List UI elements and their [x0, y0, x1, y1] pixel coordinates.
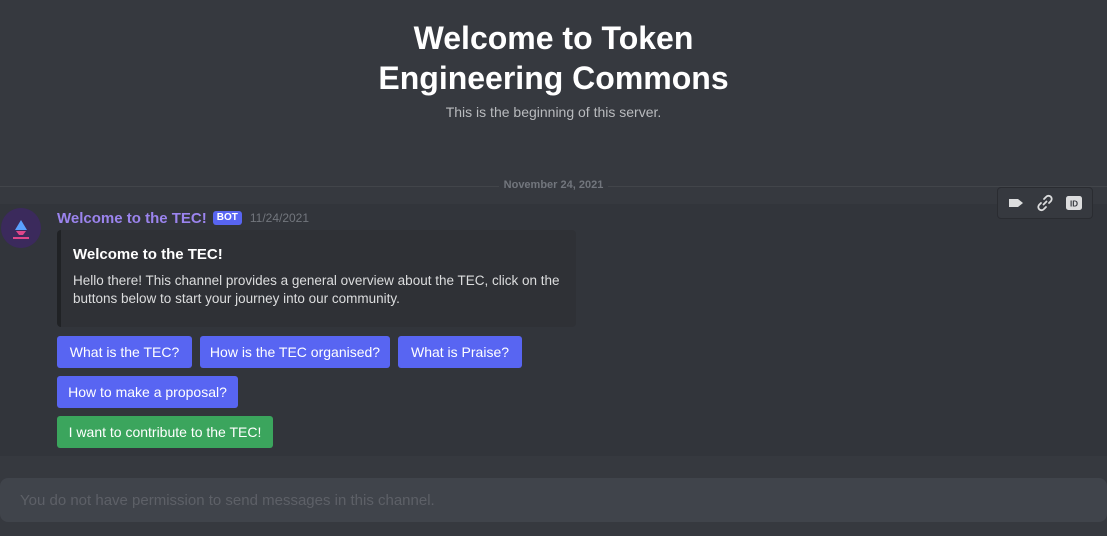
- message-composer: [0, 478, 1107, 522]
- message-username[interactable]: Welcome to the TEC!: [57, 210, 207, 227]
- message-timestamp: 11/24/2021: [249, 211, 310, 225]
- welcome-title: Welcome to Token Engineering Commons: [378, 20, 729, 96]
- message-toolbar: ID: [997, 187, 1093, 219]
- message-embed: Welcome to the TEC! Hello there! This ch…: [57, 230, 576, 327]
- message-header: Welcome to the TEC! BOT 11/24/2021: [57, 208, 309, 228]
- bot-badge: BOT: [212, 211, 242, 225]
- tec-logo-icon: [1, 208, 41, 248]
- channel-welcome: Welcome to Token Engineering Commons Thi…: [0, 18, 1107, 120]
- link-icon[interactable]: [1033, 191, 1057, 215]
- date-divider-label: November 24, 2021: [498, 179, 609, 191]
- embed-description: Hello there! This channel provides a gen…: [73, 273, 560, 306]
- svg-text:ID: ID: [1070, 200, 1078, 209]
- contribute-button[interactable]: I want to contribute to the TEC!: [57, 416, 273, 448]
- avatar[interactable]: [1, 208, 41, 248]
- what-is-tec-button[interactable]: What is the TEC?: [57, 336, 192, 368]
- message-input[interactable]: [18, 490, 1089, 510]
- date-divider: November 24, 2021: [0, 179, 1107, 191]
- what-is-praise-button[interactable]: What is Praise?: [398, 336, 522, 368]
- how-to-make-proposal-button[interactable]: How to make a proposal?: [57, 376, 238, 408]
- how-tec-organised-button[interactable]: How is the TEC organised?: [200, 336, 390, 368]
- welcome-subtitle: This is the beginning of this server.: [445, 104, 662, 120]
- embed-title: Welcome to the TEC!: [73, 246, 223, 263]
- tag-icon[interactable]: [1004, 191, 1028, 215]
- id-icon[interactable]: ID: [1062, 191, 1086, 215]
